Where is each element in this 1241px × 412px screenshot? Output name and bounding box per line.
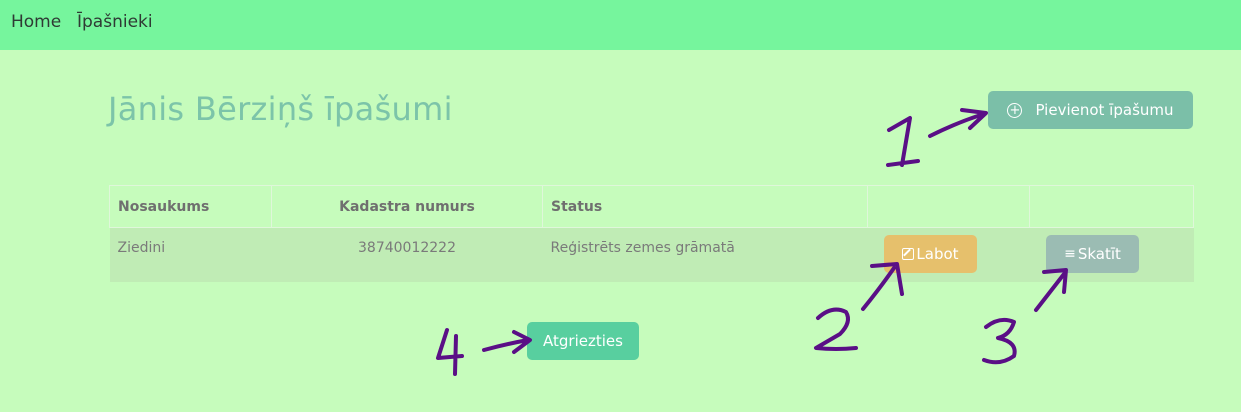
annotation-4 — [436, 328, 532, 376]
annotation-2 — [814, 262, 904, 351]
hand-annotations — [436, 108, 1068, 376]
annotation-3 — [982, 268, 1068, 365]
annotation-1 — [886, 108, 988, 167]
